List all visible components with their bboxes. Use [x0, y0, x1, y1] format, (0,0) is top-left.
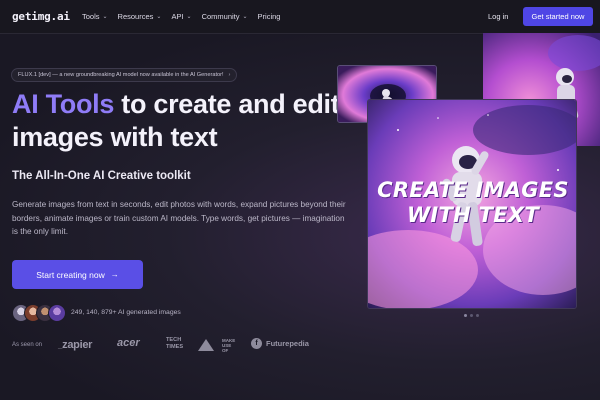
- brand-name: Futurepedia: [266, 339, 309, 348]
- hero-headline: AI Tools to create and edit images with …: [12, 88, 342, 154]
- carousel-dot-active[interactable]: [464, 314, 467, 317]
- brand-name: TECH TIMES: [166, 337, 184, 350]
- chevron-right-icon: ›: [228, 72, 231, 78]
- nav-links: Tools ⌄ Resources ⌄ API ⌄ Community ⌄ Pricin…: [82, 12, 290, 21]
- futurepedia-mark-icon: f: [251, 338, 262, 349]
- brand-techtimes-logo: TECH TIMES: [166, 337, 190, 351]
- carousel-dot[interactable]: [476, 314, 479, 317]
- nav-item-pricing[interactable]: Pricing: [258, 12, 281, 21]
- makeuseof-mark-icon: [198, 339, 214, 351]
- headline-accent: AI Tools: [12, 89, 115, 119]
- arrow-right-icon: →: [110, 270, 119, 279]
- get-started-button[interactable]: Get started now: [523, 7, 593, 26]
- user-avatars: [12, 304, 68, 322]
- chevron-down-icon: ⌄: [156, 14, 162, 20]
- nav-item-community[interactable]: Community ⌄: [202, 12, 248, 21]
- hero-description: Generate images from text in seconds, ed…: [12, 200, 346, 236]
- nav-item-label: Resources: [117, 12, 154, 21]
- cta-label: Start creating now: [36, 269, 105, 280]
- brand-name: acer: [117, 337, 140, 349]
- nav-item-label: API: [171, 12, 184, 21]
- brand-futurepedia-logo: f Futurepedia: [251, 338, 309, 349]
- nav-item-label: Pricing: [257, 12, 281, 21]
- nav-item-label: Community: [201, 12, 240, 21]
- hero-subhead: The All-In-One AI Creative toolkit: [12, 170, 191, 182]
- brand-name: MAKE USE OF: [222, 338, 236, 353]
- login-link[interactable]: Log in: [488, 12, 508, 21]
- carousel-dots: [464, 314, 479, 317]
- announcement-pill[interactable]: FLUX.1 [dev] — a new groundbreaking AI m…: [11, 68, 238, 82]
- top-navbar: getimg.ai Tools ⌄ Resources ⌄ API ⌄ Communi…: [0, 0, 600, 34]
- start-creating-button[interactable]: Start creating now →: [12, 260, 143, 289]
- logo[interactable]: getimg.ai: [12, 10, 70, 23]
- as-seen-on-label: As seen on: [12, 342, 43, 348]
- nav-item-resources[interactable]: Resources ⌄: [118, 12, 162, 21]
- brand-name: zapier: [62, 339, 93, 351]
- overlay-line: CREATE IMAGES: [377, 178, 569, 202]
- nav-item-label: Tools: [82, 12, 100, 21]
- announcement-text: FLUX.1 [dev] — a new groundbreaking AI m…: [18, 72, 224, 78]
- brand-makeuseof-logo: MAKE USE OF: [198, 338, 238, 353]
- brand-acer-logo: acer: [117, 337, 140, 349]
- nav-item-api[interactable]: API ⌄: [171, 12, 191, 21]
- chevron-down-icon: ⌄: [102, 14, 108, 20]
- chevron-down-icon: ⌄: [186, 14, 192, 20]
- nav-item-tools[interactable]: Tools ⌄: [82, 12, 108, 21]
- showcase-overlay-text: CREATE IMAGES WITH TEXT: [368, 178, 576, 228]
- generated-images-count: 249, 140, 879+ AI generated images: [71, 309, 181, 316]
- overlay-line: WITH TEXT: [406, 203, 540, 227]
- chevron-down-icon: ⌄: [242, 14, 248, 20]
- showcase-image-main: CREATE IMAGES WITH TEXT: [367, 99, 577, 309]
- carousel-dot[interactable]: [470, 314, 473, 317]
- avatar: [48, 304, 66, 322]
- brand-zapier-logo: _zapier: [58, 339, 93, 351]
